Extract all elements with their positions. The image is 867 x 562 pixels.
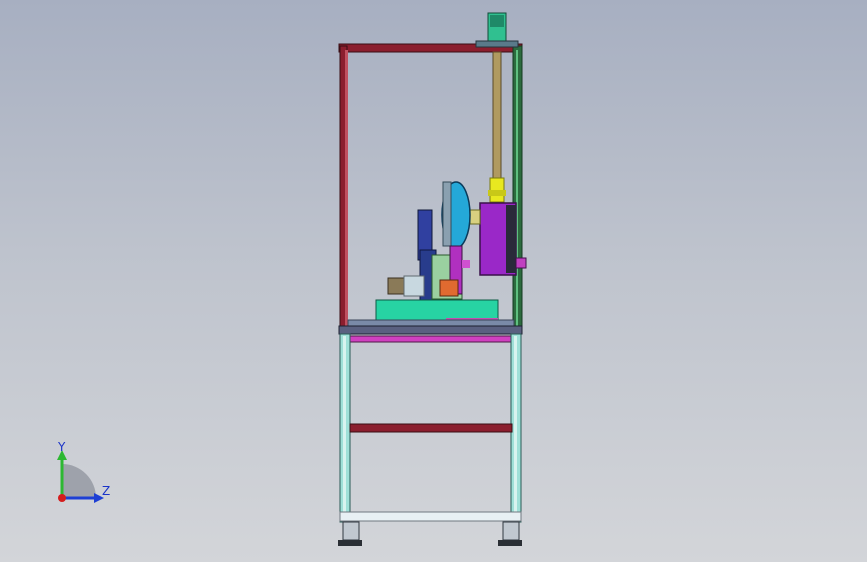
cad-viewport[interactable]: Y Z [0, 0, 867, 562]
leveling-feet [338, 521, 522, 546]
triad-graphic [57, 450, 104, 503]
base-plate [347, 299, 515, 327]
machine-assembly-model[interactable] [0, 0, 867, 562]
lower-frame [338, 325, 523, 523]
y-axis-label: Y [58, 440, 66, 454]
vertical-shaft [475, 12, 519, 203]
triad-quadrant-shading [62, 464, 96, 498]
z-axis-label: Z [102, 484, 111, 498]
coordinate-triad: Y Z [40, 438, 130, 512]
x-axis-origin [58, 494, 66, 502]
